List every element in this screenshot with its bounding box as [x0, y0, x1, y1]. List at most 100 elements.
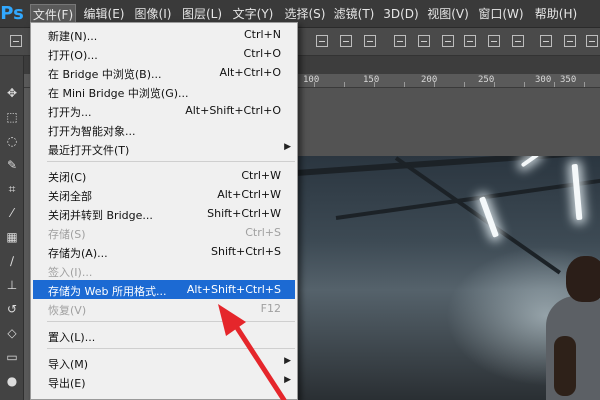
align-bottom-icon[interactable] — [364, 35, 376, 47]
menu-item-shortcut: Alt+Shift+Ctrl+S — [186, 283, 281, 296]
menu-filter[interactable]: 滤镜(T) — [332, 4, 376, 24]
menu-layer[interactable]: 图层(L) — [180, 4, 224, 24]
ruler-tick — [314, 82, 315, 87]
menu-separator — [47, 348, 295, 349]
align-right-icon[interactable] — [442, 35, 454, 47]
ruler-label: 350 — [560, 75, 577, 85]
menu-separator — [47, 321, 295, 322]
menu-item-shortcut: Alt+Shift+Ctrl+O — [185, 104, 281, 117]
menu-3d[interactable]: 3D(D) — [382, 4, 420, 24]
crop-tool-icon[interactable]: ⌗ — [3, 180, 21, 198]
ruler-label: 250 — [478, 75, 495, 85]
menu-image[interactable]: 图像(I) — [132, 4, 174, 24]
file-menu-dropdown: 新建(N)... Ctrl+N 打开(O)... Ctrl+O 在 Bridge… — [30, 22, 298, 400]
menu-item-shortcut: Ctrl+S — [245, 226, 281, 239]
move-options-icon[interactable] — [10, 35, 22, 47]
menu-item-label: 置入(L)... — [48, 331, 96, 344]
align-hcenter-icon[interactable] — [418, 35, 430, 47]
menu-item-import[interactable]: 导入(M) ▶ — [33, 353, 295, 372]
menu-item-open-as[interactable]: 打开为... Alt+Shift+Ctrl+O — [33, 101, 295, 120]
menu-item-export[interactable]: 导出(E) ▶ — [33, 372, 295, 391]
menu-item-shortcut: F12 — [260, 302, 281, 315]
menu-item-open-smart-object[interactable]: 打开为智能对象... — [33, 120, 295, 139]
menu-item-label: 在 Bridge 中浏览(B)... — [48, 68, 162, 81]
align-vcenter-icon[interactable] — [340, 35, 352, 47]
brush-tool-icon[interactable]: ∕ — [3, 252, 21, 270]
document-photo[interactable] — [296, 156, 600, 400]
person-figure — [566, 256, 600, 302]
distribute-bottom-icon[interactable] — [512, 35, 524, 47]
menu-item-new[interactable]: 新建(N)... Ctrl+N — [33, 25, 295, 44]
menu-item-label: 打开为... — [48, 106, 92, 119]
quick-select-tool-icon[interactable]: ✎ — [3, 156, 21, 174]
distribute-left-icon[interactable] — [540, 35, 552, 47]
ruler-label: 150 — [363, 75, 380, 85]
menu-item-shortcut: Ctrl+N — [243, 28, 281, 41]
menu-help[interactable]: 帮助(H) — [532, 4, 580, 24]
menu-window[interactable]: 窗口(W) — [476, 4, 526, 24]
menu-item-shortcut: Shift+Ctrl+W — [207, 207, 281, 220]
menu-item-check-in[interactable]: 签入(I)... — [33, 261, 295, 280]
align-left-icon[interactable] — [394, 35, 406, 47]
menu-view[interactable]: 视图(V) — [426, 4, 470, 24]
ruler-tick — [464, 82, 465, 87]
ruler-tick — [344, 82, 345, 87]
move-tool-icon[interactable]: ✥ — [3, 84, 21, 102]
menu-type[interactable]: 文字(Y) — [230, 4, 276, 24]
menu-item-label: 存储为(A)... — [48, 247, 108, 260]
menu-item-label: 签入(I)... — [48, 266, 93, 279]
menu-item-recent-files[interactable]: 最近打开文件(T) ▶ — [33, 139, 295, 158]
ceiling-beam — [335, 177, 600, 220]
submenu-arrow-icon: ▶ — [284, 356, 291, 366]
distribute-top-icon[interactable] — [464, 35, 476, 47]
marquee-tool-icon[interactable]: ⬚ — [3, 108, 21, 126]
distribute-vcenter-icon[interactable] — [488, 35, 500, 47]
menu-item-label: 存储为 Web 所用格式... — [48, 285, 167, 298]
menu-edit[interactable]: 编辑(E) — [82, 4, 126, 24]
menu-item-shortcut: Ctrl+W — [241, 169, 281, 182]
eyedropper-tool-icon[interactable]: ⁄ — [3, 204, 21, 222]
menu-item-label: 存储(S) — [48, 228, 86, 241]
menu-item-browse-bridge[interactable]: 在 Bridge 中浏览(B)... Alt+Ctrl+O — [33, 63, 295, 82]
toolbox: ✥ ⬚ ◌ ✎ ⌗ ⁄ ▦ ∕ ⊥ ↺ ◇ ▭ ● — [0, 56, 24, 400]
ruler-tick — [584, 82, 585, 87]
ruler-tick — [434, 82, 435, 87]
menu-select[interactable]: 选择(S) — [282, 4, 328, 24]
menu-item-open[interactable]: 打开(O)... Ctrl+O — [33, 44, 295, 63]
menu-item-label: 导出(E) — [48, 377, 86, 390]
history-brush-tool-icon[interactable]: ↺ — [3, 300, 21, 318]
menu-item-revert[interactable]: 恢复(V) F12 — [33, 299, 295, 318]
menu-item-close[interactable]: 关闭(C) Ctrl+W — [33, 166, 295, 185]
ruler-label: 300 — [535, 75, 552, 85]
menu-item-save-for-web[interactable]: 存储为 Web 所用格式... Alt+Shift+Ctrl+S — [33, 280, 295, 299]
gradient-tool-icon[interactable]: ▭ — [3, 348, 21, 366]
distribute-right-icon[interactable] — [586, 35, 598, 47]
distribute-hcenter-icon[interactable] — [564, 35, 576, 47]
menu-item-label: 打开为智能对象... — [48, 125, 136, 138]
menu-item-shortcut: Alt+Ctrl+W — [217, 188, 281, 201]
menu-item-shortcut: Alt+Ctrl+O — [219, 66, 281, 79]
align-top-icon[interactable] — [316, 35, 328, 47]
blur-tool-icon[interactable]: ● — [3, 372, 21, 390]
menu-item-label: 关闭(C) — [48, 171, 87, 184]
ruler-label: 100 — [303, 75, 320, 85]
menu-item-label: 关闭全部 — [48, 190, 92, 203]
submenu-arrow-icon: ▶ — [284, 375, 291, 385]
menu-file[interactable]: 文件(F) — [30, 4, 76, 24]
menu-item-close-goto-bridge[interactable]: 关闭并转到 Bridge... Shift+Ctrl+W — [33, 204, 295, 223]
lasso-tool-icon[interactable]: ◌ — [3, 132, 21, 150]
eraser-tool-icon[interactable]: ◇ — [3, 324, 21, 342]
ruler-tick — [404, 82, 405, 87]
menu-item-close-all[interactable]: 关闭全部 Alt+Ctrl+W — [33, 185, 295, 204]
menu-item-save-as[interactable]: 存储为(A)... Shift+Ctrl+S — [33, 242, 295, 261]
menu-item-label: 关闭并转到 Bridge... — [48, 209, 153, 222]
menu-item-shortcut: Shift+Ctrl+S — [211, 245, 281, 258]
menu-item-label: 恢复(V) — [48, 304, 87, 317]
clone-stamp-tool-icon[interactable]: ⊥ — [3, 276, 21, 294]
ceiling-beam — [296, 156, 600, 176]
healing-brush-tool-icon[interactable]: ▦ — [3, 228, 21, 246]
menu-item-save[interactable]: 存储(S) Ctrl+S — [33, 223, 295, 242]
menu-item-place[interactable]: 置入(L)... — [33, 326, 295, 345]
ruler-tick — [554, 82, 555, 87]
menu-item-browse-mini-bridge[interactable]: 在 Mini Bridge 中浏览(G)... — [33, 82, 295, 101]
